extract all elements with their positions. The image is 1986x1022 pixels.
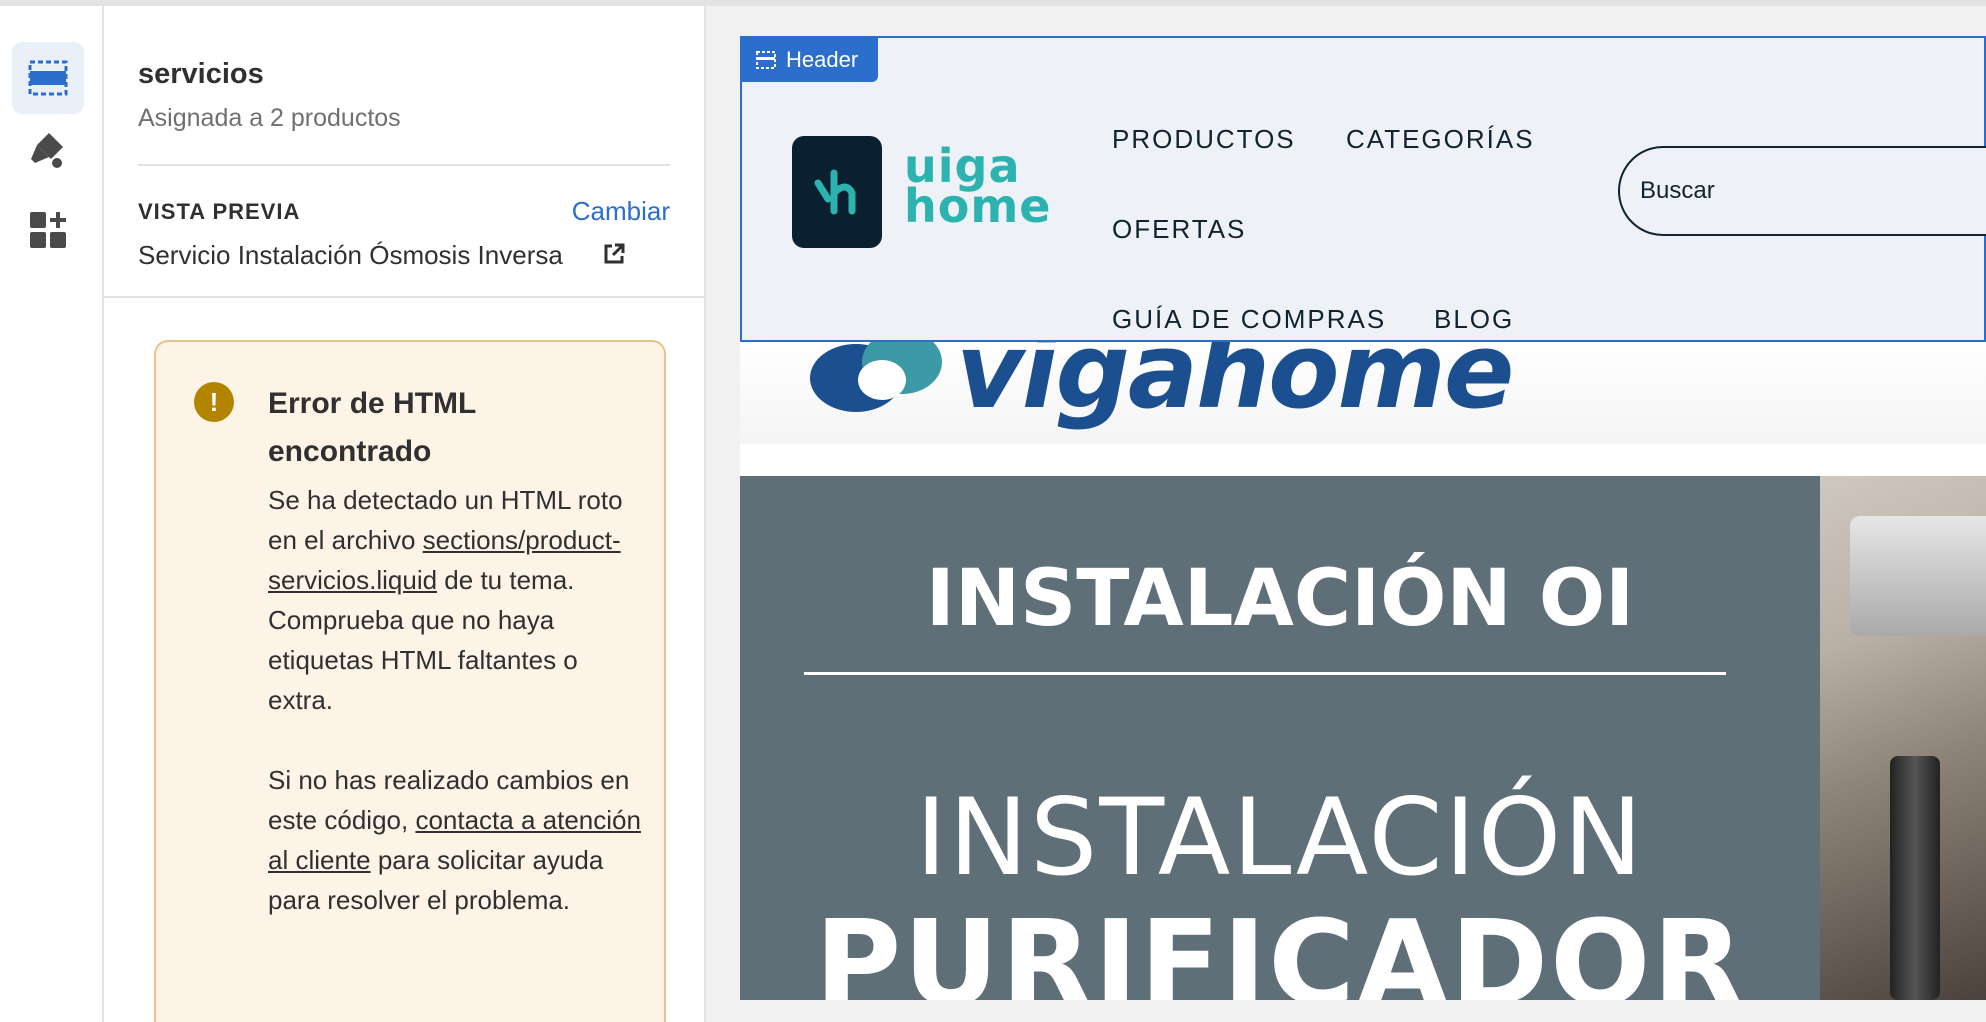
change-preview-link[interactable]: Cambiar — [572, 196, 670, 227]
section-tag-label: Header — [786, 47, 859, 72]
external-link-icon[interactable] — [602, 242, 626, 266]
app-blocks-button[interactable] — [12, 194, 84, 266]
store-search-input[interactable]: Buscar — [1618, 146, 1986, 236]
nav-item-blog[interactable]: BLOG — [1434, 304, 1514, 335]
theme-settings-icon — [31, 133, 63, 168]
brand-swirl-icon — [810, 342, 942, 412]
editor-sidebar-rail — [0, 6, 104, 1022]
warning-icon: ! — [194, 382, 234, 422]
html-error-banner: ! Error de HTML encontrado Se ha detecta… — [154, 340, 666, 1022]
pipe-shape — [1890, 756, 1940, 1000]
banner-subtitle: INSTALACIÓN — [915, 776, 1645, 899]
error-title: Error de HTML encontrado — [268, 387, 476, 468]
banner-title: INSTALACIÓN OI — [925, 554, 1635, 644]
section-tag[interactable]: Header — [742, 38, 879, 82]
sink-photo — [1820, 476, 1986, 1000]
nav-item-categorias[interactable]: CATEGORÍAS — [1346, 124, 1535, 155]
nav-item-guia-de-compras[interactable]: GUÍA DE COMPRAS — [1112, 304, 1386, 335]
preview-canvas: Header uiga home PRODUCTOS CATEGORÍAS OF… — [706, 6, 1986, 1022]
banner-divider — [804, 672, 1726, 675]
banner-subtitle-bold: PURIFICADOR — [814, 894, 1746, 1000]
nav-item-productos[interactable]: PRODUCTOS — [1112, 124, 1296, 155]
sink-shape — [1850, 516, 1986, 636]
divider — [104, 296, 706, 298]
sections-button[interactable] — [12, 42, 84, 114]
error-paragraph: Si no has realizado cambios en este códi… — [268, 760, 648, 920]
template-assigned-count: Asignada a 2 productos — [138, 104, 401, 132]
product-hero-image: INSTALACIÓN OI INSTALACIÓN PURIFICADOR — [740, 476, 1820, 1000]
nav-item-ofertas[interactable]: OFERTAS — [1112, 214, 1246, 245]
preview-product-name: Servicio Instalación Ósmosis Inversa — [138, 240, 563, 270]
theme-settings-button[interactable] — [12, 114, 84, 186]
template-settings-panel: servicios Asignada a 2 productos VISTA P… — [104, 6, 706, 1022]
store-preview-frame: Header uiga home PRODUCTOS CATEGORÍAS OF… — [740, 36, 1986, 1000]
logo-line: home — [904, 179, 1052, 233]
app-blocks-icon — [30, 212, 66, 248]
preview-label: VISTA PREVIA — [138, 199, 301, 224]
store-logo-text[interactable]: uiga home — [904, 143, 1052, 233]
sections-icon — [28, 60, 68, 96]
template-name: servicios — [138, 58, 264, 90]
brand-logo-image: vigahome — [740, 310, 1986, 444]
divider — [138, 164, 670, 166]
error-paragraph: Se ha detectado un HTML roto en el archi… — [268, 480, 648, 720]
error-message: Se ha detectado un HTML roto en el archi… — [268, 480, 648, 920]
store-header-section[interactable]: Header uiga home PRODUCTOS CATEGORÍAS OF… — [740, 36, 1986, 342]
logo-h-icon — [814, 169, 856, 215]
header-section-icon — [756, 51, 776, 69]
store-logo-mark[interactable] — [792, 136, 882, 248]
